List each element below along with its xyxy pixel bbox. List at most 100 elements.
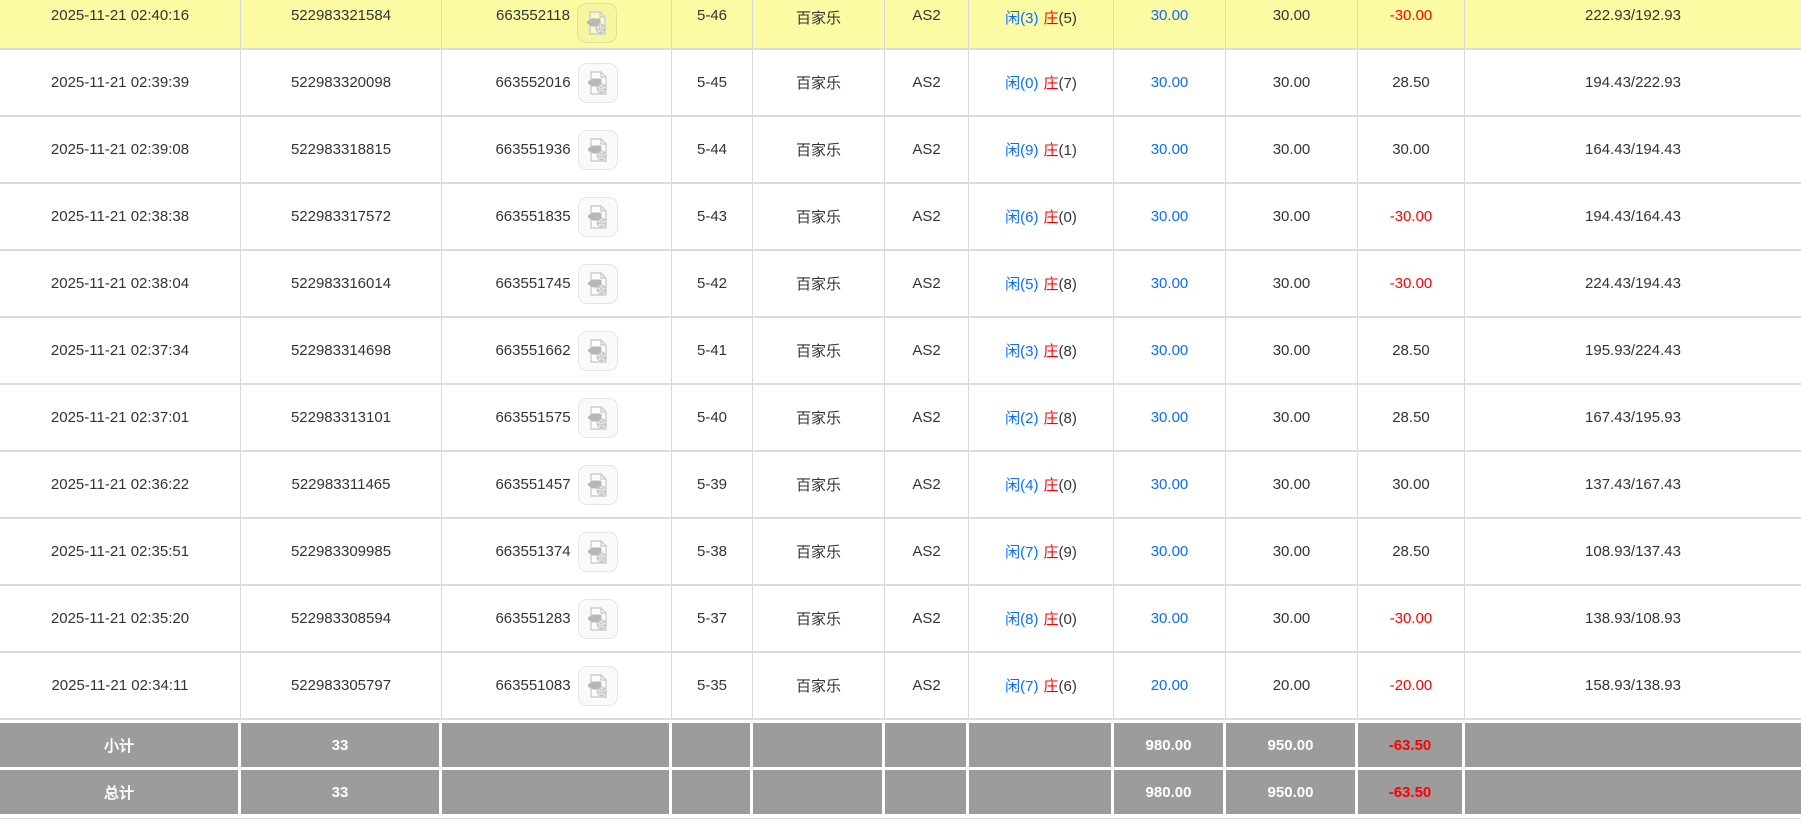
table-row[interactable]: 2025-11-21 02:38:38 522983317572 663551835… xyxy=(0,184,1801,251)
win-loss-total-cell: -63.50 xyxy=(1358,767,1465,814)
round-id-text: 663552016 xyxy=(495,74,571,91)
video-replay-button[interactable] xyxy=(577,196,618,237)
balance-cell: 164.43/194.43 xyxy=(1465,117,1801,184)
table-code-cell: AS2 xyxy=(885,0,969,50)
table-code-cell: AS2 xyxy=(885,385,969,452)
table-code-cell: AS2 xyxy=(885,117,969,184)
video-replay-button[interactable] xyxy=(577,464,618,505)
bet-id-cell: 522983320098 xyxy=(241,50,442,117)
bet-amount-link[interactable]: 30.00 xyxy=(1151,610,1189,627)
round-id-cell: 663551283 xyxy=(442,586,672,653)
bet-amount-link[interactable]: 30.00 xyxy=(1151,74,1189,91)
bet-amount-link[interactable]: 30.00 xyxy=(1151,409,1189,426)
player-result: 闲(6) xyxy=(1005,209,1039,226)
shoe-round-cell: 5-42 xyxy=(672,251,753,318)
result-cell: 闲(4) 庄(0) xyxy=(969,452,1114,519)
bet-amount-link[interactable]: 30.00 xyxy=(1151,7,1189,24)
table-row[interactable]: 2025-11-21 02:36:22 522983311465 663551457… xyxy=(0,452,1801,519)
valid-amount-cell: 30.00 xyxy=(1226,586,1358,653)
win-loss-cell: -30.00 xyxy=(1358,184,1465,251)
balance-cell: 137.43/167.43 xyxy=(1465,452,1801,519)
valid-amount-cell: 30.00 xyxy=(1226,519,1358,586)
video-replay-button[interactable] xyxy=(577,62,618,103)
game-name-cell: 百家乐 xyxy=(753,519,885,586)
table-row[interactable]: 2025-11-21 02:39:08 522983318815 663551936… xyxy=(0,117,1801,184)
round-id-text: 663551662 xyxy=(495,342,571,359)
video-camera-icon xyxy=(587,204,607,229)
player-result: 闲(3) xyxy=(1005,10,1039,27)
result-cell: 闲(3) 庄(5) xyxy=(969,0,1114,50)
round-id-cell: 663551083 xyxy=(442,653,672,720)
bet-amount-link[interactable]: 30.00 xyxy=(1151,543,1189,560)
video-replay-button[interactable] xyxy=(577,665,618,706)
video-camera-icon xyxy=(586,11,606,35)
video-replay-button[interactable] xyxy=(577,330,618,371)
round-id-cell: 663552016 xyxy=(442,50,672,117)
shoe-round-cell: 5-43 xyxy=(672,184,753,251)
banker-score: (5) xyxy=(1058,10,1077,27)
video-replay-button[interactable] xyxy=(577,129,618,170)
table-row[interactable]: 2025-11-21 02:37:01 522983313101 663551575… xyxy=(0,385,1801,452)
banker-score: (8) xyxy=(1058,410,1077,427)
round-id-cell: 663551745 xyxy=(442,251,672,318)
shoe-round-cell: 5-45 xyxy=(672,50,753,117)
table-row[interactable]: 2025-11-21 02:39:39 522983320098 663552016… xyxy=(0,50,1801,117)
bet-amount-cell: 30.00 xyxy=(1114,586,1226,653)
bet-amount-link[interactable]: 30.00 xyxy=(1151,208,1189,225)
banker-score: (1) xyxy=(1058,142,1077,159)
table-row[interactable]: 2025-11-21 02:34:11 522983305797 663551083… xyxy=(0,653,1801,720)
video-replay-button[interactable] xyxy=(576,3,617,43)
table-row[interactable]: 2025-11-21 02:37:34 522983314698 663551662… xyxy=(0,318,1801,385)
time-cell: 2025-11-21 02:36:22 xyxy=(0,452,241,519)
banker-label: 庄 xyxy=(1043,410,1059,427)
bet-id-cell: 522983305797 xyxy=(241,653,442,720)
valid-total-cell: 950.00 xyxy=(1226,767,1358,814)
valid-amount-cell: 30.00 xyxy=(1226,318,1358,385)
video-replay-button[interactable] xyxy=(577,531,618,572)
subtotal-label-cell: 小计 xyxy=(0,720,241,767)
video-replay-button[interactable] xyxy=(577,397,618,438)
bottom-divider xyxy=(0,814,1801,819)
bet-amount-link[interactable]: 30.00 xyxy=(1151,476,1189,493)
balance-cell: 138.93/108.93 xyxy=(1465,586,1801,653)
banker-score: (8) xyxy=(1058,276,1077,293)
round-id-cell: 663552118 xyxy=(442,0,672,50)
player-result: 闲(9) xyxy=(1005,142,1039,159)
table-code-cell: AS2 xyxy=(885,318,969,385)
bet-amount-link[interactable]: 30.00 xyxy=(1151,141,1189,158)
banker-score: (7) xyxy=(1058,75,1077,92)
round-id-cell: 663551835 xyxy=(442,184,672,251)
bet-amount-cell: 30.00 xyxy=(1114,452,1226,519)
win-loss-cell: 30.00 xyxy=(1358,452,1465,519)
valid-total-cell: 950.00 xyxy=(1226,720,1358,767)
table-code-cell: AS2 xyxy=(885,519,969,586)
table-row[interactable]: 2025-11-21 02:35:51 522983309985 663551374… xyxy=(0,519,1801,586)
video-replay-button[interactable] xyxy=(577,263,618,304)
footer-empty-cell xyxy=(885,767,969,814)
banker-score: (9) xyxy=(1058,544,1077,561)
win-loss-cell: -20.00 xyxy=(1358,653,1465,720)
video-replay-button[interactable] xyxy=(577,598,618,639)
bet-amount-link[interactable]: 30.00 xyxy=(1151,342,1189,359)
round-id-wrap: 663551835 xyxy=(446,196,667,237)
table-row[interactable]: 2025-11-21 02:38:04 522983316014 663551745… xyxy=(0,251,1801,318)
banker-label: 庄 xyxy=(1043,75,1059,92)
footer-empty-cell xyxy=(442,720,672,767)
shoe-round-cell: 5-44 xyxy=(672,117,753,184)
banker-label: 庄 xyxy=(1043,544,1059,561)
result-cell: 闲(7) 庄(9) xyxy=(969,519,1114,586)
video-camera-icon xyxy=(587,405,607,430)
time-cell: 2025-11-21 02:37:34 xyxy=(0,318,241,385)
result-cell: 闲(9) 庄(1) xyxy=(969,117,1114,184)
bet-amount-link[interactable]: 20.00 xyxy=(1151,677,1189,694)
bet-amount-link[interactable]: 30.00 xyxy=(1151,275,1189,292)
bet-id-cell: 522983317572 xyxy=(241,184,442,251)
table-row[interactable]: 2025-11-21 02:35:20 522983308594 663551283… xyxy=(0,586,1801,653)
footer-empty-cell xyxy=(969,720,1114,767)
round-id-text: 663551457 xyxy=(495,476,571,493)
time-cell: 2025-11-21 02:34:11 xyxy=(0,653,241,720)
table-row[interactable]: 2025-11-21 02:40:16 522983321584 663552118… xyxy=(0,0,1801,50)
banker-label: 庄 xyxy=(1043,611,1059,628)
bet-id-cell: 522983314698 xyxy=(241,318,442,385)
bet-total-cell: 980.00 xyxy=(1114,720,1226,767)
